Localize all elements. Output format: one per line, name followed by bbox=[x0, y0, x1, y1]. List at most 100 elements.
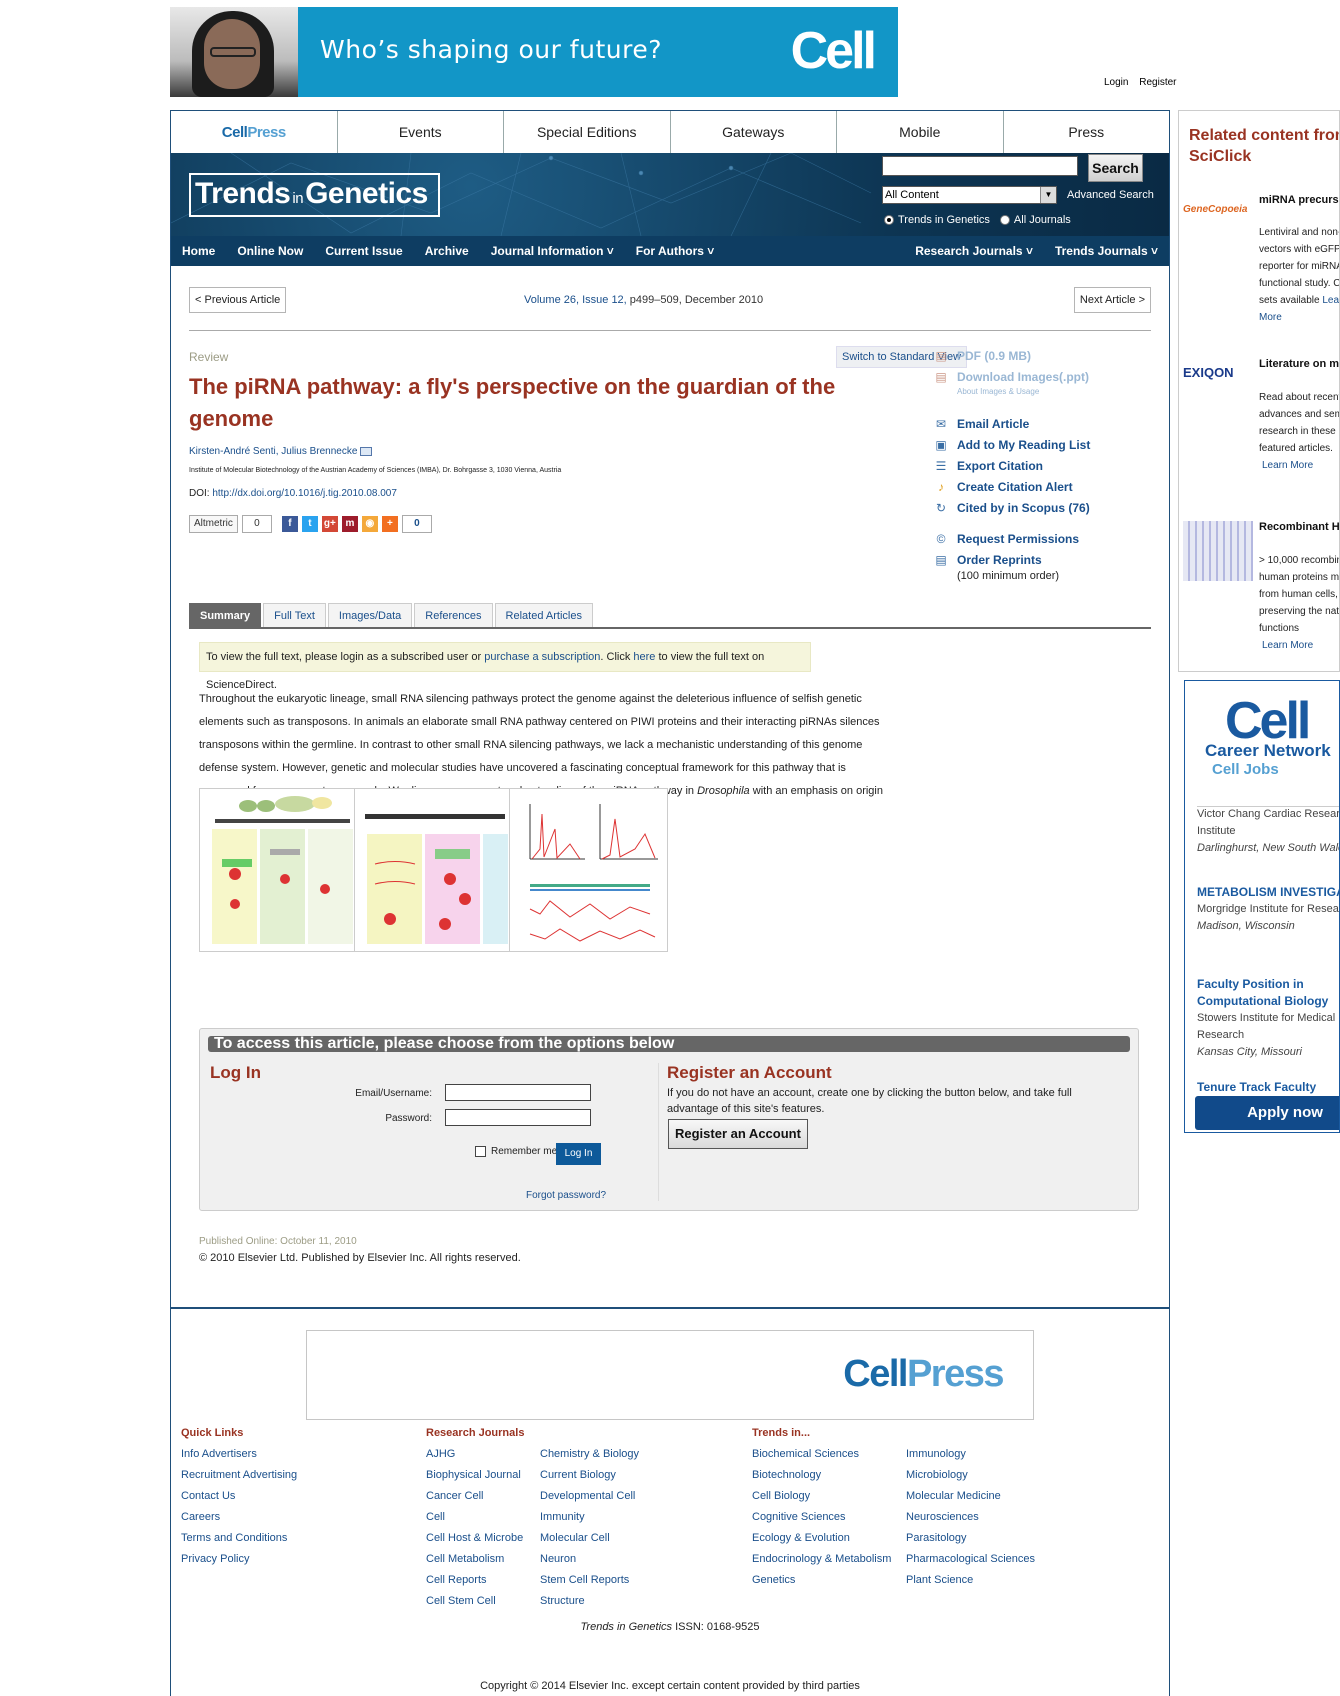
tab-full-text[interactable]: Full Text bbox=[263, 603, 326, 627]
footer-link[interactable]: Cell Biology bbox=[752, 1486, 891, 1507]
figure-thumbnail-1[interactable] bbox=[199, 788, 358, 952]
email-article-link[interactable]: ✉ Email Article bbox=[933, 413, 1133, 434]
footer-link[interactable]: Biochemical Sciences bbox=[752, 1444, 891, 1465]
footer-link[interactable]: Cell bbox=[426, 1507, 524, 1528]
figure-thumbnail-3[interactable] bbox=[509, 788, 668, 952]
radio-trends-in-genetics[interactable]: Trends in Genetics bbox=[884, 214, 990, 226]
doi-link[interactable]: http://dx.doi.org/10.1016/j.tig.2010.08.… bbox=[212, 488, 397, 499]
footer-link[interactable]: Biophysical Journal bbox=[426, 1465, 524, 1486]
nav-mobile[interactable]: Mobile bbox=[837, 111, 1004, 153]
footer-link[interactable]: Terms and Conditions bbox=[181, 1528, 297, 1549]
footer-link[interactable]: Biotechnology bbox=[752, 1465, 891, 1486]
previous-article-button[interactable]: < Previous Article bbox=[189, 287, 287, 313]
nav-online-now[interactable]: Online Now bbox=[226, 244, 314, 258]
altmetric-badge[interactable]: Altmetric bbox=[189, 515, 238, 533]
next-article-button[interactable]: Next Article > bbox=[1073, 287, 1151, 313]
download-images-link[interactable]: ▤ Download Images(.ppt) bbox=[933, 366, 1133, 387]
login-link[interactable]: Login bbox=[1104, 77, 1128, 88]
remember-me[interactable]: Remember me bbox=[475, 1146, 557, 1157]
password-field[interactable] bbox=[445, 1109, 591, 1126]
sciclick-item-title[interactable]: miRNA precursor clones bbox=[1259, 192, 1339, 208]
footer-link[interactable]: Neurosciences bbox=[906, 1507, 1035, 1528]
addthis-icon[interactable]: + bbox=[381, 516, 398, 532]
footer-link[interactable]: Careers bbox=[181, 1507, 297, 1528]
cited-by-scopus-link[interactable]: ↻ Cited by in Scopus (76) bbox=[933, 497, 1133, 518]
footer-link[interactable]: Cell Stem Cell bbox=[426, 1591, 524, 1612]
footer-link[interactable]: Contact Us bbox=[181, 1486, 297, 1507]
footer-link[interactable]: Recruitment Advertising bbox=[181, 1465, 297, 1486]
footer-link[interactable]: Plant Science bbox=[906, 1570, 1035, 1591]
job-listing[interactable]: Tenure Track Faculty bbox=[1197, 1079, 1339, 1096]
footer-link[interactable]: Cognitive Sciences bbox=[752, 1507, 891, 1528]
nav-archive[interactable]: Archive bbox=[414, 244, 480, 258]
learn-more-link[interactable]: Learn More bbox=[1262, 640, 1313, 651]
footer-link[interactable]: Stem Cell Reports bbox=[540, 1570, 639, 1591]
footer-link[interactable]: Immunity bbox=[540, 1507, 639, 1528]
footer-link[interactable]: Molecular Medicine bbox=[906, 1486, 1035, 1507]
footer-link[interactable]: Pharmacological Sciences bbox=[906, 1549, 1035, 1570]
twitter-icon[interactable]: t bbox=[301, 516, 318, 532]
top-ad-banner[interactable]: Who’s shaping our future? Cell bbox=[170, 7, 898, 97]
tab-related-articles[interactable]: Related Articles bbox=[494, 603, 593, 627]
footer-link[interactable]: Privacy Policy bbox=[181, 1549, 297, 1570]
figure-thumbnail-2[interactable] bbox=[354, 788, 513, 952]
footer-link[interactable]: Cell Reports bbox=[426, 1570, 524, 1591]
footer-link[interactable]: Ecology & Evolution bbox=[752, 1528, 891, 1549]
nav-press[interactable]: Press bbox=[1003, 111, 1169, 153]
nav-home[interactable]: Home bbox=[171, 244, 226, 258]
purchase-subscription-link[interactable]: purchase a subscription bbox=[484, 651, 600, 663]
nav-research-journals[interactable]: Research Journals ˅ bbox=[904, 244, 1044, 258]
footer-cellpress-ad[interactable]: CellPress bbox=[306, 1330, 1034, 1420]
issue-link[interactable]: Volume 26, Issue 12, bbox=[524, 294, 627, 306]
nav-cellpress-logo[interactable]: Cell Press bbox=[171, 111, 338, 153]
register-account-button[interactable]: Register an Account bbox=[668, 1119, 808, 1149]
learn-more-link[interactable]: Learn More bbox=[1262, 460, 1313, 471]
reddit-icon[interactable]: ◉ bbox=[361, 516, 378, 532]
nav-gateways[interactable]: Gateways bbox=[670, 111, 837, 153]
sciencedirect-link[interactable]: here bbox=[633, 651, 655, 663]
footer-link[interactable]: Immunology bbox=[906, 1444, 1035, 1465]
footer-link[interactable]: Cell Host & Microbe bbox=[426, 1528, 524, 1549]
nav-events[interactable]: Events bbox=[337, 111, 504, 153]
request-permissions-link[interactable]: © Request Permissions bbox=[933, 528, 1133, 549]
footer-link[interactable]: Parasitology bbox=[906, 1528, 1035, 1549]
footer-link[interactable]: Microbiology bbox=[906, 1465, 1035, 1486]
footer-link[interactable]: Structure bbox=[540, 1591, 639, 1612]
footer-link[interactable]: AJHG bbox=[426, 1444, 524, 1465]
job-listing[interactable]: Faculty Position in Computational Biolog… bbox=[1197, 976, 1339, 1061]
footer-link[interactable]: Endocrinology & Metabolism bbox=[752, 1549, 891, 1570]
footer-link[interactable]: Chemistry & Biology bbox=[540, 1444, 639, 1465]
search-button[interactable]: Search bbox=[1088, 154, 1143, 182]
trends-in-genetics-logo[interactable]: Trends inGenetics bbox=[189, 173, 440, 217]
tab-images-data[interactable]: Images/Data bbox=[327, 603, 413, 627]
search-input[interactable] bbox=[882, 156, 1078, 176]
sciclick-item-title[interactable]: Literature on mRNA inhibition bbox=[1259, 356, 1339, 372]
job-listing[interactable]: METABOLISM INVESTIGATOR Morgridge Instit… bbox=[1197, 884, 1339, 935]
job-listing[interactable]: Victor Chang Cardiac Research Institute … bbox=[1197, 806, 1339, 857]
footer-link[interactable]: Molecular Cell bbox=[540, 1528, 639, 1549]
footer-link[interactable]: Info Advertisers bbox=[181, 1444, 297, 1465]
nav-trends-journals[interactable]: Trends Journals ˅ bbox=[1044, 244, 1169, 258]
about-images-link[interactable]: About Images & Usage bbox=[957, 387, 1133, 401]
apply-now-button[interactable]: Apply now bbox=[1195, 1096, 1339, 1130]
nav-journal-information[interactable]: Journal Information ˅ bbox=[480, 244, 625, 258]
citation-alert-link[interactable]: ♪ Create Citation Alert bbox=[933, 476, 1133, 497]
mendeley-icon[interactable]: m bbox=[341, 516, 358, 532]
tab-references[interactable]: References bbox=[414, 603, 493, 627]
login-button[interactable]: Log In bbox=[556, 1143, 601, 1165]
register-link[interactable]: Register bbox=[1139, 77, 1176, 88]
tab-summary[interactable]: Summary bbox=[189, 603, 262, 627]
advanced-search-link[interactable]: Advanced Search bbox=[1067, 189, 1154, 201]
sciclick-item-title[interactable]: Recombinant Human Proteins bbox=[1259, 519, 1339, 535]
footer-link[interactable]: Neuron bbox=[540, 1549, 639, 1570]
nav-current-issue[interactable]: Current Issue bbox=[314, 244, 413, 258]
footer-link[interactable]: Cancer Cell bbox=[426, 1486, 524, 1507]
reading-list-link[interactable]: ▣ Add to My Reading List bbox=[933, 434, 1133, 455]
nav-for-authors[interactable]: For Authors ˅ bbox=[625, 244, 726, 258]
nav-special-editions[interactable]: Special Editions bbox=[504, 111, 671, 153]
footer-link[interactable]: Developmental Cell bbox=[540, 1486, 639, 1507]
forgot-password-link[interactable]: Forgot password? bbox=[526, 1190, 606, 1201]
facebook-icon[interactable]: f bbox=[281, 516, 298, 532]
order-reprints-link[interactable]: ▤ Order Reprints bbox=[933, 549, 1133, 570]
footer-link[interactable]: Current Biology bbox=[540, 1465, 639, 1486]
